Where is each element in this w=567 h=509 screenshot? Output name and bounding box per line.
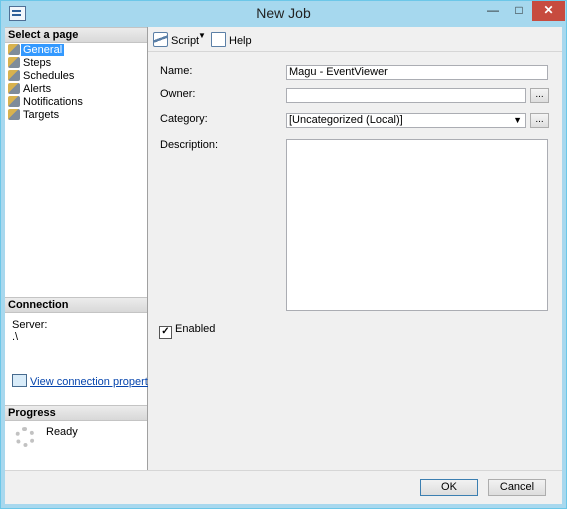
wrench-icon [8,83,20,94]
category-label: Category: [160,113,208,125]
maximize-icon[interactable]: □ [506,1,532,21]
progress-section: Progress Ready [5,405,147,447]
wrench-icon [8,44,20,55]
script-label: Script [171,35,200,47]
server-label: Server: [12,319,48,331]
page-item-label: Schedules [23,70,75,82]
page-item-label: General [21,44,65,56]
page-item-notifications[interactable]: Notifications [5,96,147,109]
page-item-label: Targets [23,109,60,121]
name-label: Name: [160,65,193,77]
checkmark-icon[interactable]: ✓ [159,326,172,339]
category-browse-button[interactable]: ... [530,113,549,128]
progress-spinner-icon [15,427,35,447]
page-item-alerts[interactable]: Alerts [5,83,147,96]
page-item-steps[interactable]: Steps [5,57,147,70]
enabled-checkbox[interactable]: ✓ Enabled [159,323,215,339]
page-item-schedules[interactable]: Schedules [5,70,147,83]
server-value: .\ [12,331,19,343]
minimize-icon[interactable]: — [480,1,506,21]
button-bar: OK Cancel [5,470,562,504]
chevron-down-icon[interactable]: ▼ [513,114,522,127]
page-item-general[interactable]: General [5,44,147,57]
name-input[interactable]: Magu - EventViewer [286,65,548,80]
select-page-header: Select a page [5,27,147,43]
description-textarea[interactable] [286,139,548,311]
left-panel: Select a page General Steps Schedules Al… [5,27,162,470]
script-dropdown-icon[interactable]: ▼ [198,31,206,40]
owner-input[interactable] [286,88,526,103]
toolbar: Script ▼ Help [148,27,562,52]
owner-browse-button[interactable]: ... [530,88,549,103]
title-bar[interactable]: New Job — □ ✕ [1,1,566,27]
category-select[interactable]: [Uncategorized (Local)] ▼ [286,113,526,128]
wrench-icon [8,109,20,120]
connection-header: Connection [5,297,147,313]
help-button[interactable]: Help [211,32,252,47]
owner-label: Owner: [160,88,196,100]
progress-status: Ready [46,426,78,438]
wrench-icon [8,70,20,81]
cancel-button[interactable]: Cancel [488,479,546,496]
view-connection-properties-link[interactable]: View connection properties [30,376,162,388]
wrench-icon [8,96,20,107]
help-label: Help [229,35,252,47]
connection-properties-icon [12,374,27,387]
page-list: General Steps Schedules Alerts Notificat… [5,43,147,122]
description-label: Description: [160,139,219,151]
page-item-label: Alerts [23,83,52,95]
page-item-label: Notifications [23,96,83,108]
dialog-client: Select a page General Steps Schedules Al… [5,27,562,504]
wrench-icon [8,57,20,68]
connection-section: Connection Server: .\ View connection pr… [5,297,162,388]
script-button[interactable]: Script [153,32,199,47]
script-icon [153,32,168,47]
category-value: [Uncategorized (Local)] [289,114,403,126]
close-icon[interactable]: ✕ [532,1,565,21]
ok-button[interactable]: OK [420,479,478,496]
page-item-label: Steps [23,57,52,69]
page-item-targets[interactable]: Targets [5,109,147,122]
new-job-window: New Job — □ ✕ Select a page General Step… [0,0,567,509]
progress-header: Progress [5,405,147,421]
general-page: Script ▼ Help Name: Magu - EventViewer O… [148,27,562,470]
enabled-label: Enabled [175,323,216,335]
help-icon [211,32,226,47]
